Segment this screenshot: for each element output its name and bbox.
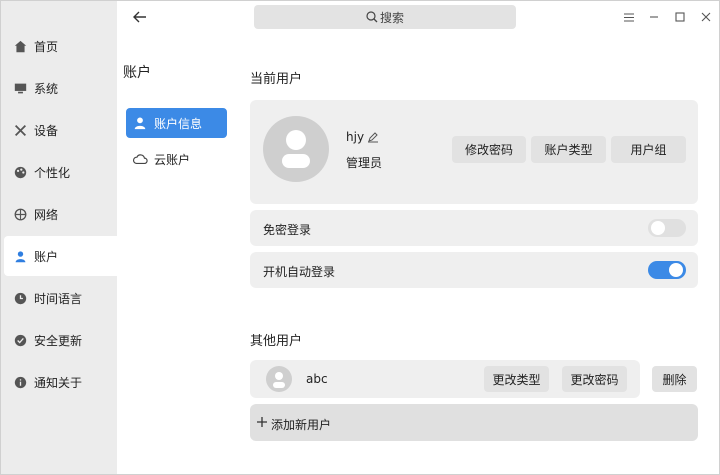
auto-login-toggle[interactable] [648,261,686,279]
search-icon [366,11,378,23]
sidebar-item-label: 安全更新 [34,333,83,348]
sidebar-item-label: 首页 [34,39,59,54]
edit-name-button[interactable] [367,131,379,143]
avatar[interactable] [263,116,329,182]
menu-icon [624,13,634,21]
other-users-title: 其他用户 [250,334,303,349]
close-button[interactable] [698,9,714,25]
avatar [266,366,292,392]
sidebar-item-label: 个性化 [34,165,71,180]
toggle-knob [669,263,683,277]
user-avatar-icon [282,130,310,168]
passwordless-login-label: 免密登录 [263,223,312,237]
sidebar-item-security-update[interactable]: 安全更新 [4,320,117,360]
sub-item-cloud-account[interactable]: 云账户 [126,144,227,174]
home-icon [12,38,28,54]
current-user-name: hjy [346,130,365,144]
sidebar-item-system[interactable]: 系统 [4,68,117,108]
sidebar-item-label: 时间语言 [34,291,83,306]
menu-button[interactable] [621,9,637,25]
settings-window: 首页 系统 设备 个性化 网络 账户 时间语言 安全更新 通知关于 账户 账户信… [0,0,720,475]
info-icon [12,374,28,390]
sidebar: 首页 系统 设备 个性化 网络 账户 时间语言 安全更新 通知关于 [1,1,117,474]
user-avatar-icon [273,372,285,388]
sidebar-item-network[interactable]: 网络 [4,194,117,234]
minimize-icon [650,16,658,18]
change-password-button[interactable]: 更改密码 [562,366,627,392]
auto-login-label: 开机自动登录 [263,265,336,279]
sidebar-item-notify-about[interactable]: 通知关于 [4,362,117,402]
current-user-role: 管理员 [346,156,383,170]
globe-icon [12,206,28,222]
close-icon [701,12,711,22]
search-placeholder: 搜索 [379,10,404,25]
sidebar-item-personalize[interactable]: 个性化 [4,152,117,192]
user-icon [132,115,148,131]
sidebar-item-account[interactable]: 账户 [4,236,117,276]
maximize-button[interactable] [672,9,688,25]
sub-item-account-info[interactable]: 账户信息 [126,108,227,138]
sidebar-item-label: 设备 [34,123,59,138]
palette-icon [12,164,28,180]
sub-item-label: 账户信息 [154,116,203,131]
sidebar-item-label: 账户 [34,249,59,264]
plus-icon [256,416,268,428]
edit-pencil-icon [368,132,378,143]
change-password-button[interactable]: 修改密码 [452,136,526,163]
add-user-label: 添加新用户 [271,418,332,432]
toggle-knob [651,221,665,235]
search-input[interactable]: 搜索 [254,5,516,29]
sidebar-item-home[interactable]: 首页 [4,26,117,66]
user-group-button[interactable]: 用户组 [611,136,686,163]
user-icon [12,248,28,264]
maximize-icon [675,12,685,22]
passwordless-login-row [250,210,698,246]
sub-item-label: 云账户 [154,152,191,167]
back-arrow-icon [133,11,146,23]
shield-icon [12,332,28,348]
account-type-button[interactable]: 账户类型 [531,136,606,163]
monitor-icon [12,80,28,96]
cloud-icon [132,151,148,167]
sidebar-item-time-language[interactable]: 时间语言 [4,278,117,318]
sidebar-item-label: 通知关于 [34,375,83,390]
delete-user-button[interactable]: 删除 [652,366,697,392]
back-button[interactable] [130,8,150,26]
clock-icon [12,290,28,306]
sidebar-item-label: 系统 [34,81,59,96]
sidebar-item-label: 网络 [34,207,59,222]
current-user-title: 当前用户 [250,72,303,87]
minimize-button[interactable] [646,9,662,25]
tools-icon [12,122,28,138]
other-user-name: abc [306,372,328,386]
sub-sidebar-title: 账户 [123,65,151,81]
sidebar-item-devices[interactable]: 设备 [4,110,117,150]
change-type-button[interactable]: 更改类型 [484,366,549,392]
passwordless-login-toggle[interactable] [648,219,686,237]
